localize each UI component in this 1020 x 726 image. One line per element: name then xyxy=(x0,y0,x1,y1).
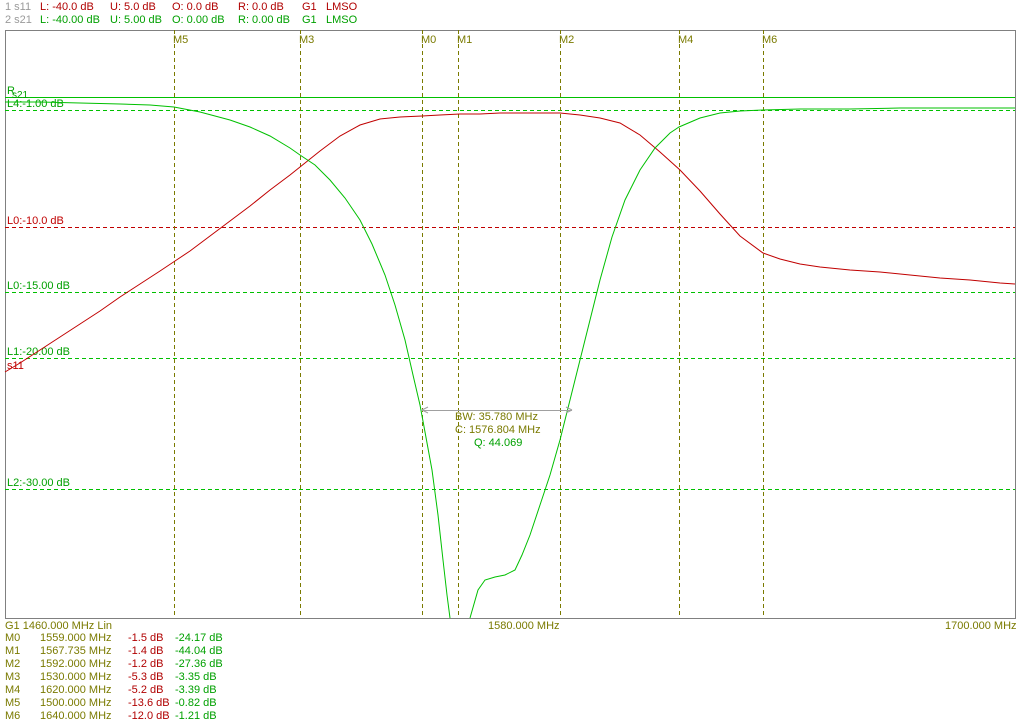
marker-name: M5 xyxy=(5,697,21,709)
marker-label-m3[interactable]: M3 xyxy=(299,34,314,46)
marker-lines xyxy=(174,30,764,618)
sparameter-plot[interactable]: M5 M3 M0 M1 M2 M4 M6 R s21 L4:-1.00 dB L… xyxy=(0,0,1020,632)
plot-frame xyxy=(5,30,1016,619)
marker-label-m5[interactable]: M5 xyxy=(173,34,188,46)
limit-label-l0-s21: L0:-15.00 dB xyxy=(7,280,70,292)
marker-label-m1[interactable]: M1 xyxy=(457,34,472,46)
marker-frequency: 1640.000 MHz xyxy=(40,710,112,722)
marker-frequency: 1530.000 MHz xyxy=(40,671,112,683)
marker-label-m2[interactable]: M2 xyxy=(559,34,574,46)
marker-s21: -0.82 dB xyxy=(175,697,217,709)
center-frequency: 1580.000 MHz xyxy=(488,620,560,632)
marker-frequency: 1500.000 MHz xyxy=(40,697,112,709)
limit-label-l4: L4:-1.00 dB xyxy=(7,98,64,110)
marker-s11: -5.2 dB xyxy=(128,684,164,696)
marker-name: M1 xyxy=(5,645,21,657)
marker-s21: -44.04 dB xyxy=(175,645,223,657)
marker-s21: -1.21 dB xyxy=(175,710,217,722)
marker-s21: -24.17 dB xyxy=(175,632,223,644)
marker-s11: -13.6 dB xyxy=(128,697,170,709)
marker-s11: -1.5 dB xyxy=(128,632,164,644)
stop-frequency: 1700.000 MHz xyxy=(945,620,1017,632)
marker-s21: -27.36 dB xyxy=(175,658,223,670)
start-frequency: G1 1460.000 MHz Lin xyxy=(5,620,113,632)
marker-s11: -1.2 dB xyxy=(128,658,164,670)
marker-name: M6 xyxy=(5,710,21,722)
marker-name: M2 xyxy=(5,658,21,670)
marker-name: M3 xyxy=(5,671,21,683)
marker-frequency: 1620.000 MHz xyxy=(40,684,112,696)
marker-name: M0 xyxy=(5,632,21,644)
marker-s21: -3.39 dB xyxy=(175,684,217,696)
center-frequency-value: C: 1576.804 MHz xyxy=(455,424,541,436)
trace-s11[interactable] xyxy=(4,112,1016,373)
q-value: Q: 44.069 xyxy=(474,437,523,449)
marker-label-m6[interactable]: M6 xyxy=(762,34,777,46)
trace-s21[interactable] xyxy=(5,101,1015,619)
limit-label-l0-s11: L0:-10.0 dB xyxy=(7,215,64,227)
limit-label-l2: L2:-30.00 dB xyxy=(7,477,70,489)
marker-frequency: 1567.735 MHz xyxy=(40,645,112,657)
marker-label-m0[interactable]: M0 xyxy=(421,34,436,46)
marker-frequency: 1559.000 MHz xyxy=(40,632,112,644)
marker-label-m4[interactable]: M4 xyxy=(678,34,693,46)
marker-s11: -12.0 dB xyxy=(128,710,170,722)
marker-s21: -3.35 dB xyxy=(175,671,217,683)
marker-name: M4 xyxy=(5,684,21,696)
marker-frequency: 1592.000 MHz xyxy=(40,658,112,670)
limit-label-l1: L1:-20.00 dB xyxy=(7,346,70,358)
marker-s11: -5.3 dB xyxy=(128,671,164,683)
bw-value: BW: 35.780 MHz xyxy=(455,411,538,423)
marker-s11: -1.4 dB xyxy=(128,645,164,657)
